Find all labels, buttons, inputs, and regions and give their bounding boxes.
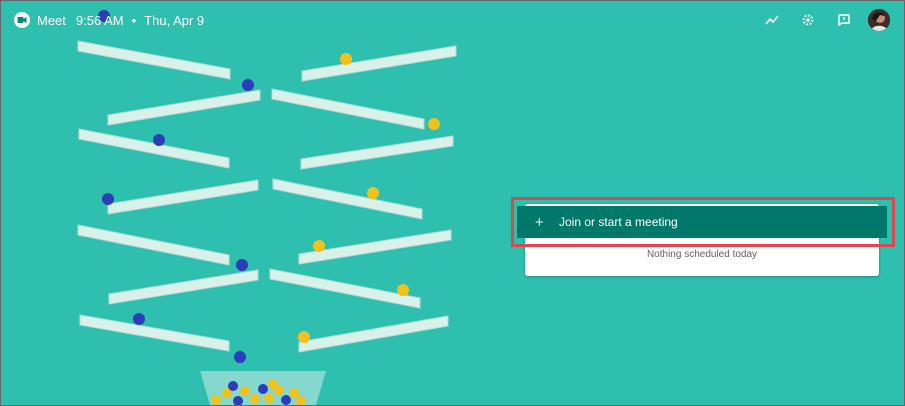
top-bar: Meet 9:56 AM • Thu, Apr 9	[1, 1, 904, 39]
plus-icon: +	[535, 213, 544, 231]
current-date: Thu, Apr 9	[144, 12, 205, 28]
join-button-label: Join or start a meeting	[559, 215, 678, 229]
brand[interactable]: Meet	[13, 11, 66, 29]
avatar[interactable]	[868, 9, 890, 31]
background-illustration	[1, 1, 904, 405]
join-or-start-meeting-button[interactable]: + Join or start a meeting	[517, 206, 887, 238]
schedule-empty-text: Nothing scheduled today	[646, 249, 758, 260]
meet-window: Meet 9:56 AM • Thu, Apr 9 + Join or star…	[0, 0, 905, 406]
header-actions	[748, 8, 890, 32]
settings-icon[interactable]	[796, 8, 820, 32]
app-name: Meet	[37, 12, 66, 28]
activity-icon[interactable]	[760, 8, 784, 32]
marble-bowl	[200, 371, 326, 405]
current-time: 9:56 AM	[75, 12, 124, 28]
meet-logo-icon	[13, 11, 31, 29]
feedback-icon[interactable]	[832, 8, 856, 32]
header-separator: •	[131, 12, 137, 28]
